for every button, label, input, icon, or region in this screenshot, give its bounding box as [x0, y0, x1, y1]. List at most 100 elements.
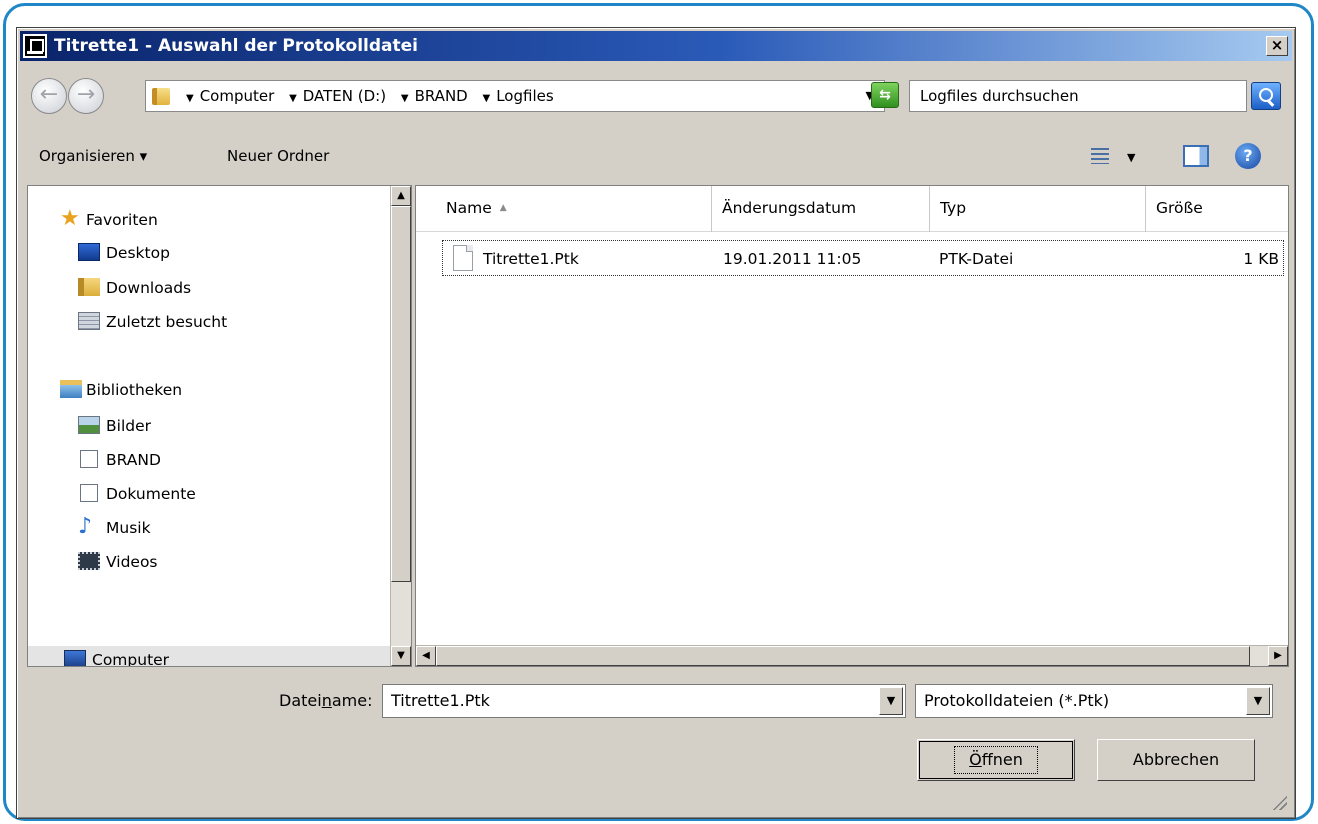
- close-button[interactable]: ×: [1266, 36, 1288, 56]
- nav-label: Dokumente: [106, 485, 196, 503]
- label-accel-key: n: [321, 691, 332, 710]
- nav-recent-places[interactable]: Zuletzt besucht: [28, 308, 392, 338]
- file-size: 1 KB: [1243, 250, 1279, 268]
- scroll-thumb[interactable]: [436, 646, 1250, 666]
- chevron-down-icon[interactable]: ▼: [483, 93, 491, 104]
- filetype-select[interactable]: Protokolldateien (*.Ptk) ▼: [915, 684, 1273, 718]
- downloads-folder-icon: [78, 278, 100, 296]
- resize-grip-icon[interactable]: [1271, 794, 1287, 810]
- label-text: ffnen: [981, 750, 1023, 769]
- file-modified: 19.01.2011 11:05: [723, 250, 862, 268]
- search-input[interactable]: Logfiles durchsuchen: [909, 80, 1247, 112]
- scroll-left-button[interactable]: ◀: [416, 646, 436, 666]
- nav-label: Bibliotheken: [86, 381, 183, 399]
- column-label: Name: [446, 199, 492, 217]
- file-type: PTK-Datei: [939, 250, 1014, 268]
- back-button[interactable]: ←: [31, 78, 67, 114]
- nav-libraries[interactable]: Bibliotheken: [28, 376, 392, 406]
- title-bar[interactable]: Titrette1 - Auswahl der Protokolldatei ×: [20, 31, 1292, 61]
- nav-computer[interactable]: Computer: [28, 646, 392, 667]
- scroll-thumb[interactable]: [391, 206, 411, 582]
- navigation-bar: ← → ▼ Computer ▼ DATEN (D:) ▼ BRAND ▼ Logfil…: [17, 70, 1295, 118]
- nav-label: BRAND: [106, 451, 161, 469]
- chevron-down-icon[interactable]: ▼: [1246, 687, 1270, 715]
- chevron-down-icon[interactable]: ▼: [289, 93, 297, 104]
- nav-desktop[interactable]: Desktop: [28, 239, 392, 269]
- filetype-value: Protokolldateien (*.Ptk): [924, 691, 1110, 710]
- nav-label: Videos: [106, 553, 158, 571]
- chevron-down-icon[interactable]: ▼: [401, 93, 409, 104]
- view-details-icon[interactable]: [1091, 148, 1109, 164]
- nav-pictures[interactable]: Bilder: [28, 412, 392, 442]
- scroll-right-button[interactable]: ▶: [1268, 646, 1288, 666]
- label-accel-key: Ö: [969, 750, 982, 769]
- pictures-icon: [78, 416, 100, 434]
- nav-videos[interactable]: Videos: [28, 548, 392, 578]
- filename-label: Dateiname:: [279, 691, 372, 710]
- nav-label: Computer: [92, 651, 170, 667]
- list-horizontal-scrollbar[interactable]: ◀ ▶: [416, 645, 1288, 666]
- scroll-up-button[interactable]: ▲: [391, 186, 411, 206]
- address-bar[interactable]: ▼ Computer ▼ DATEN (D:) ▼ BRAND ▼ Logfiles ▼: [145, 80, 885, 112]
- sort-ascending-icon: ▲: [499, 203, 507, 213]
- file-icon: [453, 245, 473, 271]
- help-icon[interactable]: ?: [1235, 143, 1261, 169]
- music-note-icon: ♪: [78, 514, 93, 539]
- cancel-button[interactable]: Abbrechen: [1097, 739, 1255, 781]
- breadcrumb: ▼ Computer ▼ DATEN (D:) ▼ BRAND ▼ Logfiles: [186, 87, 564, 105]
- nav-label: Downloads: [106, 279, 192, 297]
- chevron-down-icon[interactable]: ▼: [879, 687, 903, 715]
- chevron-down-icon[interactable]: ▼: [1127, 151, 1135, 164]
- nav-favorites[interactable]: ★ Favoriten: [28, 206, 392, 236]
- file-row[interactable]: Titrette1.Ptk 19.01.2011 11:05 PTK-Datei…: [442, 240, 1284, 276]
- organize-button[interactable]: Organisieren ▾: [39, 147, 147, 165]
- column-header-size[interactable]: Größe: [1146, 186, 1288, 232]
- nav-brand[interactable]: BRAND: [28, 446, 392, 476]
- filename-input[interactable]: Titrette1.Ptk ▼: [382, 684, 906, 718]
- breadcrumb-computer[interactable]: Computer: [200, 87, 275, 105]
- app-logo-icon: [23, 34, 47, 58]
- file-list-pane: Name ▲ Änderungsdatum Typ Größe Titrette1…: [415, 185, 1289, 667]
- scroll-down-button[interactable]: ▼: [391, 646, 411, 666]
- desktop-icon: [78, 243, 100, 261]
- nav-documents[interactable]: Dokumente: [28, 480, 392, 510]
- search-icon[interactable]: [1251, 82, 1281, 110]
- nav-vertical-scrollbar[interactable]: ▲ ▼: [390, 186, 411, 666]
- libraries-icon: [60, 380, 82, 398]
- new-folder-button[interactable]: Neuer Ordner: [227, 147, 329, 165]
- breadcrumb-logfiles[interactable]: Logfiles: [496, 87, 553, 105]
- star-icon: ★: [60, 206, 80, 231]
- forward-button[interactable]: →: [68, 78, 104, 114]
- open-label: Öffnen: [954, 746, 1038, 774]
- nav-label: Favoriten: [86, 211, 158, 229]
- command-bar: Organisieren ▾ Neuer Ordner ▼ ?: [17, 140, 1295, 176]
- film-icon: [78, 552, 100, 570]
- navigation-pane: ★ Favoriten Desktop Downloads Zuletzt be…: [27, 185, 412, 667]
- nav-label: Zuletzt besucht: [106, 313, 228, 331]
- label-text: ame:: [331, 691, 373, 710]
- computer-icon: [64, 650, 86, 666]
- column-header-modified[interactable]: Änderungsdatum: [712, 186, 930, 232]
- open-button[interactable]: Öffnen: [917, 739, 1075, 781]
- chevron-down-icon[interactable]: ▼: [186, 93, 194, 104]
- documents-icon: [80, 484, 98, 502]
- breadcrumb-brand[interactable]: BRAND: [415, 87, 468, 105]
- label-text: Datei: [279, 691, 322, 710]
- breadcrumb-drive[interactable]: DATEN (D:): [303, 87, 386, 105]
- folder-icon: [152, 88, 170, 105]
- refresh-button[interactable]: ⇆: [871, 82, 899, 108]
- filename-value: Titrette1.Ptk: [391, 691, 490, 710]
- column-header-row: Name ▲ Änderungsdatum Typ Größe: [416, 186, 1288, 232]
- nav-music[interactable]: ♪ Musik: [28, 514, 392, 544]
- nav-label: Desktop: [106, 244, 170, 262]
- column-header-name[interactable]: Name ▲: [436, 186, 712, 232]
- refresh-icon: ⇆: [879, 87, 891, 103]
- nav-label: Musik: [106, 519, 151, 537]
- nav-label: Bilder: [106, 417, 151, 435]
- file-name: Titrette1.Ptk: [483, 250, 579, 268]
- navigation-tree: ★ Favoriten Desktop Downloads Zuletzt be…: [28, 186, 392, 666]
- file-open-dialog: Titrette1 - Auswahl der Protokolldatei ×…: [16, 27, 1296, 819]
- column-header-type[interactable]: Typ: [930, 186, 1146, 232]
- nav-downloads[interactable]: Downloads: [28, 274, 392, 304]
- preview-pane-icon[interactable]: [1183, 145, 1209, 167]
